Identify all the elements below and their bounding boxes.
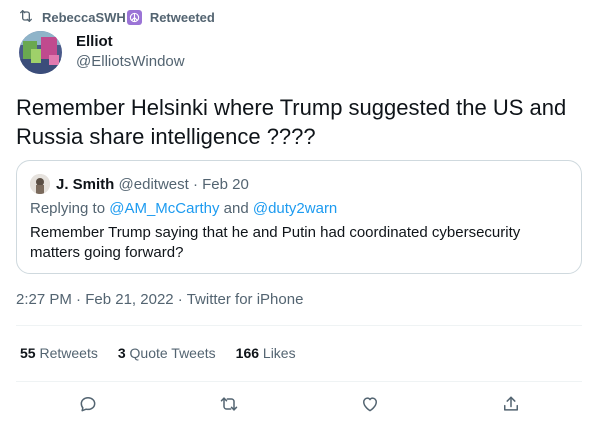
reply-mention-link[interactable]: @AM_McCarthy <box>109 200 219 217</box>
quoted-separator: · <box>192 176 198 193</box>
social-context[interactable]: RebeccaSWH Retweeted <box>18 8 215 26</box>
meta-separator: · <box>177 291 183 308</box>
tweet-time[interactable]: 2:27 PM <box>16 291 72 308</box>
tweet-date[interactable]: Feb 21, 2022 <box>85 291 173 308</box>
meta-separator: · <box>76 291 82 308</box>
quoted-author-handle: @editwest <box>118 176 189 193</box>
retweet-icon[interactable] <box>217 392 241 416</box>
reply-and: and <box>223 200 249 217</box>
author-handle[interactable]: @ElliotsWindow <box>76 53 185 70</box>
engagement-stats: 55 Retweets 3 Quote Tweets 166 Likes <box>20 345 296 361</box>
tweet-text: Remember Helsinki where Trump suggested … <box>16 95 567 149</box>
quote-tweets-stat[interactable]: 3 Quote Tweets <box>118 345 216 361</box>
quoted-author-avatar <box>30 174 50 194</box>
like-icon[interactable] <box>358 392 382 416</box>
replying-prefix: Replying to <box>30 200 106 217</box>
retweeted-label: Retweeted <box>149 9 215 25</box>
action-bar <box>0 384 598 424</box>
quoted-author-name: J. Smith <box>56 176 115 193</box>
divider <box>16 325 582 326</box>
reply-icon[interactable] <box>76 392 100 416</box>
peace-emoji-icon <box>126 9 142 25</box>
tweet-source[interactable]: Twitter for iPhone <box>187 291 304 308</box>
retweeter-name[interactable]: RebeccaSWH <box>42 10 126 25</box>
reply-mention-link[interactable]: @duty2warn <box>253 200 337 217</box>
quoted-tweet-card[interactable]: J. Smith @editwest · Feb 20 Replying to … <box>16 160 582 274</box>
retweets-stat[interactable]: 55 Retweets <box>20 345 98 361</box>
tweet-meta: 2:27 PM · Feb 21, 2022 · Twitter for iPh… <box>16 291 303 308</box>
likes-stat[interactable]: 166 Likes <box>236 345 296 361</box>
retweet-small-icon <box>18 8 34 27</box>
replying-to: Replying to @AM_McCarthy and @duty2warn <box>30 200 337 217</box>
quoted-date: Feb 20 <box>202 176 249 193</box>
author-name[interactable]: Elliot <box>76 33 113 50</box>
author-avatar[interactable] <box>19 31 62 74</box>
divider <box>16 381 582 382</box>
quoted-tweet-text: Remember Trump saying that he and Putin … <box>30 224 521 261</box>
share-icon[interactable] <box>499 392 523 416</box>
